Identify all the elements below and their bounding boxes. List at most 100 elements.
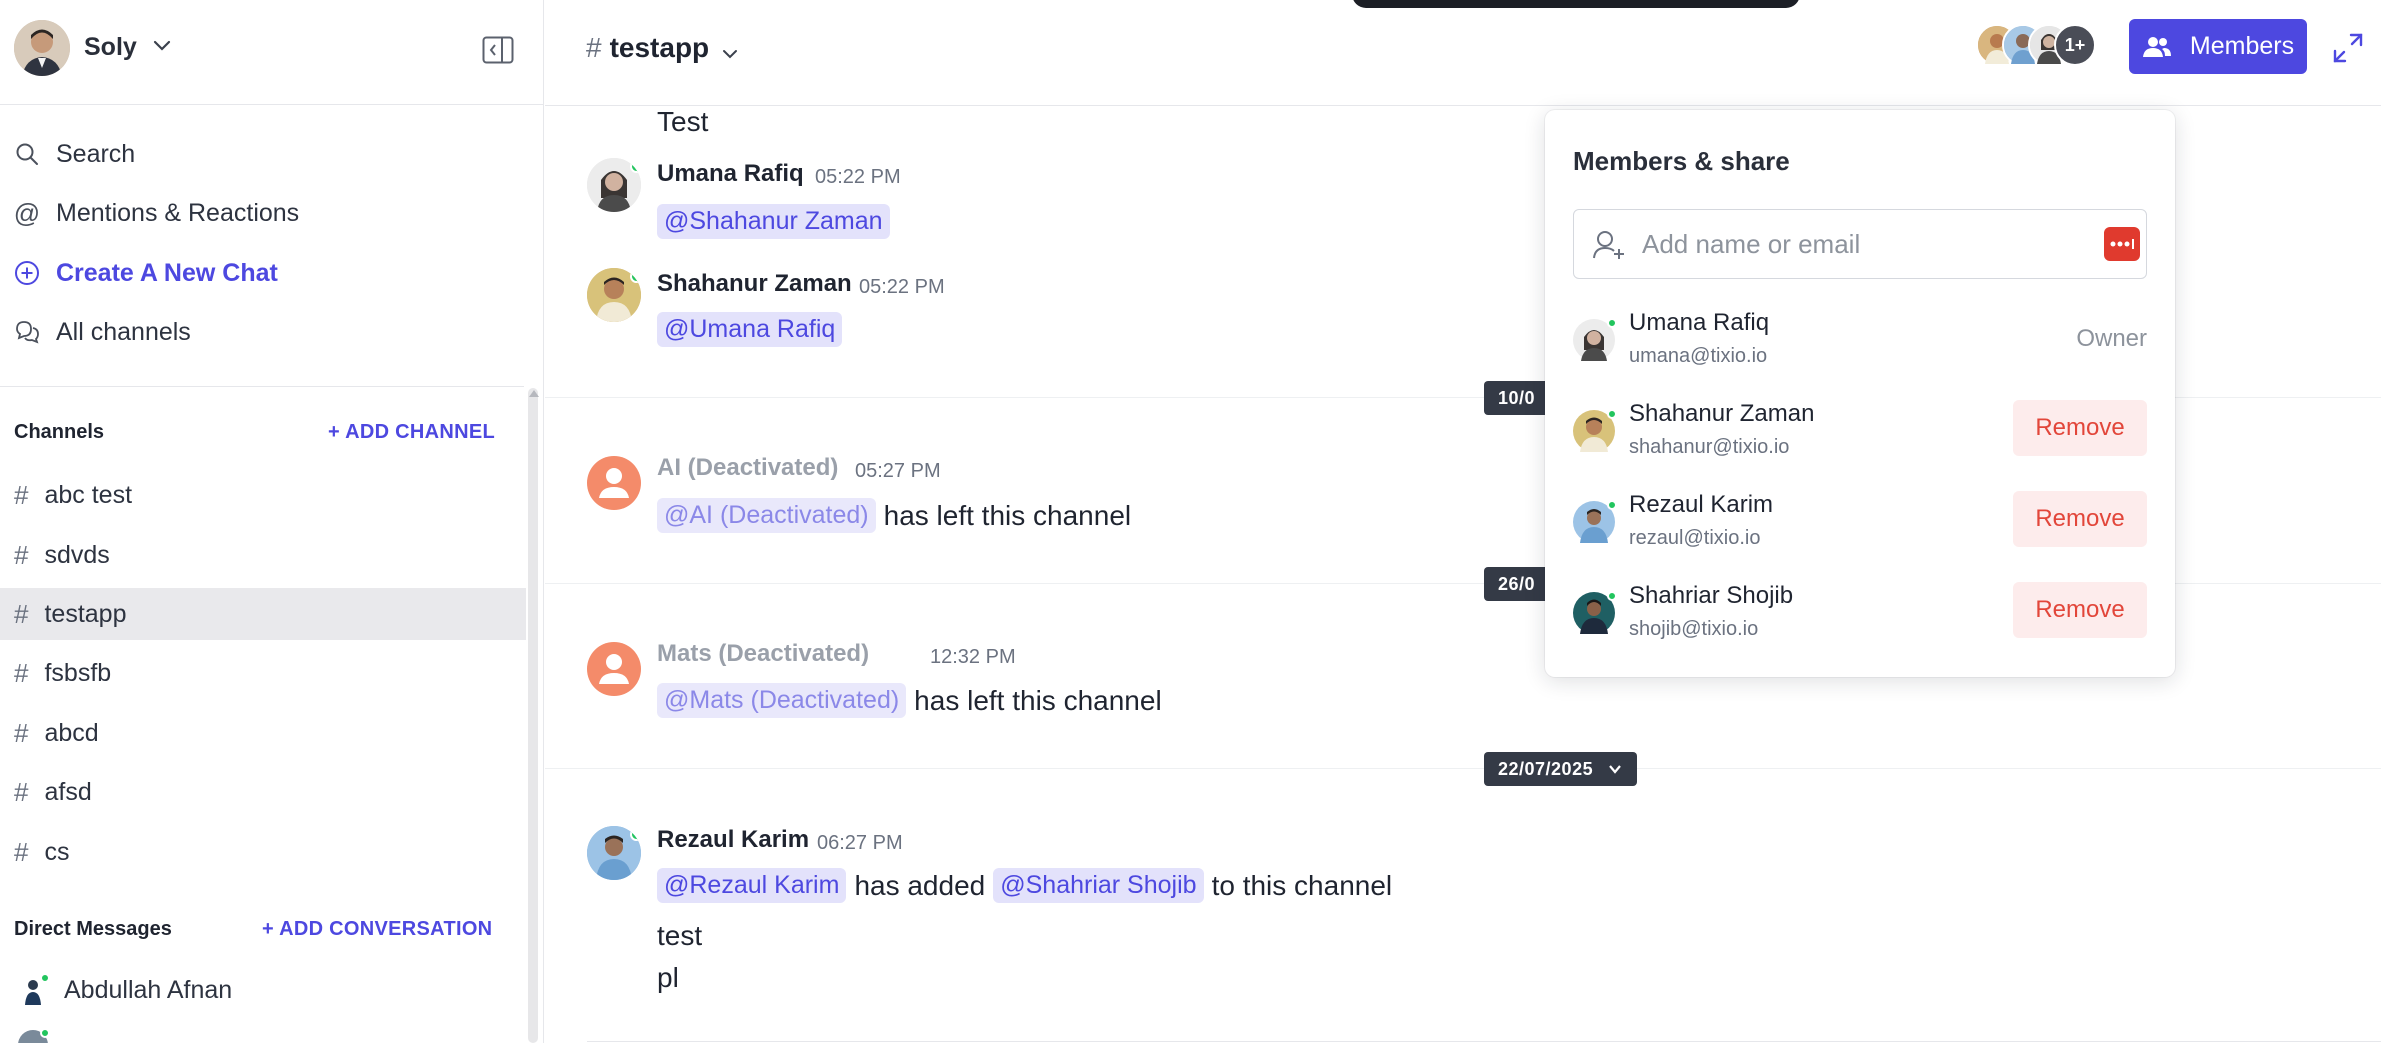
- remove-member-button[interactable]: Remove: [2013, 582, 2147, 638]
- message-text: to this channel: [1211, 869, 1393, 901]
- channel-item[interactable]: # sdvds: [0, 529, 526, 581]
- avatar: [1573, 591, 1617, 634]
- channel-item[interactable]: # abc test: [0, 469, 526, 521]
- nav-search[interactable]: Search: [14, 134, 135, 174]
- message-body: @AI (Deactivated) has left this channel: [657, 498, 1131, 533]
- plus-circle-icon: [14, 260, 40, 286]
- message-text: Test: [657, 106, 709, 137]
- online-indicator: [40, 1028, 50, 1038]
- dm-section-title: Direct Messages: [14, 918, 172, 940]
- date-label: 10/0: [1498, 387, 1536, 408]
- popover-title: Members & share: [1573, 146, 1790, 176]
- member-email: shojib@tixio.io: [1629, 618, 1759, 640]
- nav-mentions[interactable]: @ Mentions & Reactions: [14, 193, 299, 233]
- chevron-down-icon[interactable]: [720, 44, 740, 64]
- channel-item[interactable]: # abcd: [0, 707, 526, 759]
- avatar[interactable]: [587, 456, 641, 510]
- message-text: has left this channel: [914, 684, 1162, 716]
- member-row: Shahriar Shojib shojib@tixio.io Remove: [1573, 582, 2147, 652]
- channel-label: sdvds: [44, 540, 110, 569]
- scroll-up-arrow-icon[interactable]: [529, 390, 539, 397]
- avatar: [1573, 318, 1617, 361]
- mention-chip[interactable]: @Umana Rafiq: [657, 312, 843, 347]
- online-indicator: [40, 973, 50, 983]
- date-label: 22/07/2025: [1498, 758, 1594, 779]
- message-timestamp: 06:27 PM: [817, 832, 903, 854]
- avatar[interactable]: [587, 268, 641, 322]
- date-chip[interactable]: 22/07/2025: [1484, 752, 1638, 786]
- channel-header: [545, 0, 2381, 106]
- channel-item[interactable]: # fsbsfb: [0, 647, 526, 699]
- message-text: pl: [657, 962, 679, 993]
- mention-chip[interactable]: @AI (Deactivated): [657, 498, 876, 533]
- composer-divider: [587, 1041, 2381, 1042]
- expand-icon[interactable]: [2332, 32, 2364, 64]
- add-member-field[interactable]: [1573, 209, 2147, 279]
- password-manager-icon[interactable]: [2104, 227, 2140, 261]
- dm-item[interactable]: Abdullah Afnan: [18, 973, 233, 1005]
- more-members-count[interactable]: 1+: [2054, 24, 2096, 66]
- online-indicator: [630, 828, 641, 841]
- nav-create-chat[interactable]: Create A New Chat: [14, 253, 278, 293]
- message-text: has left this channel: [883, 499, 1132, 531]
- sidebar: Soly Search @ Mentions & Reactions Creat…: [0, 0, 544, 1043]
- add-user-icon: [1593, 231, 1624, 259]
- sidebar-scrollbar[interactable]: [528, 388, 538, 1043]
- user-name[interactable]: Soly: [84, 33, 137, 62]
- dm-label: Abdullah Afnan: [64, 975, 233, 1004]
- channel-item[interactable]: # cs: [0, 826, 526, 878]
- message-timestamp: 05:22 PM: [815, 166, 901, 188]
- nav-all-channels[interactable]: All channels: [14, 312, 191, 352]
- user-avatar[interactable]: [14, 20, 70, 76]
- search-icon: [14, 141, 40, 167]
- members-share-popover: Members & share Umana Rafiq umana@tixio.…: [1545, 110, 2175, 677]
- online-indicator: [630, 160, 641, 173]
- remove-member-button[interactable]: Remove: [2013, 491, 2147, 547]
- nav-create-chat-label: Create A New Chat: [56, 258, 278, 287]
- mention-chip[interactable]: @Shahriar Shojib: [993, 868, 1204, 903]
- mention-chip[interactable]: @Shahanur Zaman: [657, 204, 890, 239]
- members-button[interactable]: Members: [2129, 19, 2307, 74]
- add-member-input[interactable]: [1642, 224, 2062, 264]
- mention-chip[interactable]: @Rezaul Karim: [657, 868, 847, 903]
- chat-bubbles-icon: [14, 319, 40, 345]
- members-button-label: Members: [2189, 32, 2295, 60]
- message-author[interactable]: Shahanur Zaman: [657, 270, 852, 298]
- message-body: @Rezaul Karim has added @Shahriar Shojib…: [657, 868, 1392, 903]
- message-author[interactable]: Mats (Deactivated): [657, 640, 869, 668]
- message-author[interactable]: Rezaul Karim: [657, 826, 809, 854]
- avatar: [1573, 500, 1617, 543]
- at-icon: @: [13, 197, 41, 228]
- channel-label: afsd: [44, 777, 92, 806]
- message-timestamp: 12:32 PM: [930, 646, 1016, 668]
- message-body: @Umana Rafiq: [657, 312, 850, 347]
- avatar[interactable]: [587, 158, 641, 212]
- add-conversation-button[interactable]: + ADD CONVERSATION: [262, 918, 492, 941]
- avatar[interactable]: [587, 642, 641, 696]
- channel-label: cs: [44, 837, 70, 866]
- channel-item[interactable]: # afsd: [0, 766, 526, 818]
- message-author[interactable]: Umana Rafiq: [657, 160, 804, 188]
- member-email: shahanur@tixio.io: [1629, 436, 1790, 458]
- avatar: [1573, 409, 1617, 452]
- date-label: 26/0: [1498, 573, 1536, 594]
- date-chip[interactable]: 10/0: [1484, 381, 1550, 415]
- message-author[interactable]: AI (Deactivated): [657, 454, 838, 482]
- channel-title[interactable]: # testapp: [586, 32, 709, 64]
- sidebar-collapse-icon[interactable]: [482, 36, 514, 64]
- date-chip[interactable]: 26/0: [1484, 567, 1550, 601]
- add-channel-button[interactable]: + ADD CHANNEL: [328, 421, 495, 444]
- online-indicator: [1607, 500, 1617, 510]
- avatar[interactable]: [587, 826, 641, 880]
- remove-member-button[interactable]: Remove: [2013, 400, 2147, 456]
- dm-item-partial[interactable]: [18, 1028, 64, 1043]
- member-row: Umana Rafiq umana@tixio.io Owner: [1573, 309, 2147, 379]
- chevron-down-icon[interactable]: [150, 34, 174, 58]
- channel-name: testapp: [609, 32, 710, 63]
- message-timestamp: 05:27 PM: [855, 460, 941, 482]
- channel-label: testapp: [44, 599, 127, 628]
- member-name: Umana Rafiq: [1629, 309, 1770, 336]
- mention-chip[interactable]: @Mats (Deactivated): [657, 683, 907, 718]
- channel-item-active[interactable]: # testapp: [0, 588, 526, 640]
- avatar: [18, 1028, 50, 1043]
